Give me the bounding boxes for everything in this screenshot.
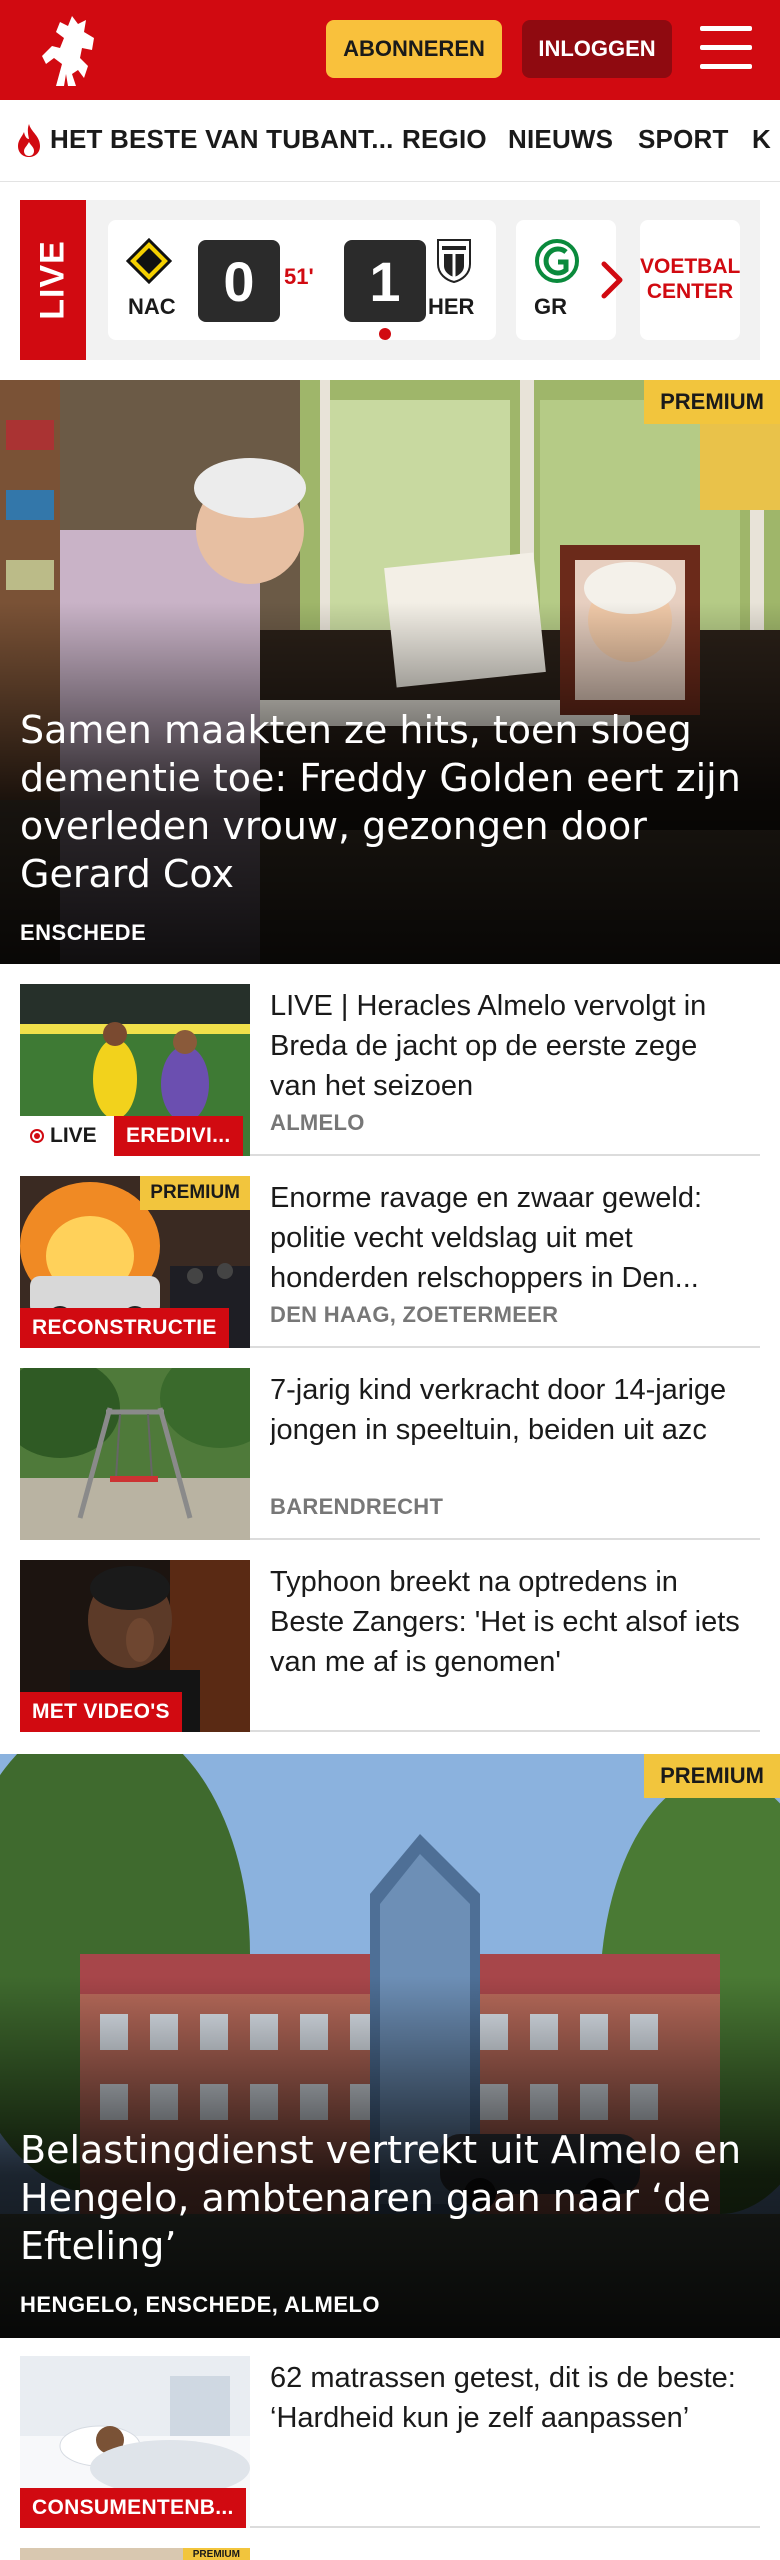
nac-crest-icon: [126, 238, 172, 284]
article-item[interactable]: MET VIDEO'S Typhoon breekt na optredens …: [20, 1560, 760, 1732]
hero-article-2[interactable]: PREMIUM Belastingdienst vertrekt uit Alm…: [0, 1754, 780, 2338]
live-match-card[interactable]: NAC 0 51' 1 HER: [108, 220, 496, 340]
home-score: 0: [198, 240, 280, 322]
article-location: BARENDRECHT: [270, 1494, 444, 1519]
live-tag: LIVE: [20, 200, 86, 360]
article-title[interactable]: 7-jarig kind verkracht door 14-jarige jo…: [270, 1370, 750, 1450]
article-item-partial[interactable]: PREMIUM: [20, 2548, 760, 2560]
flame-icon: [18, 124, 40, 157]
next-team-name: GR: [534, 294, 567, 319]
article-item[interactable]: CONSUMENTENB... 62 matrassen getest, dit…: [20, 2356, 760, 2528]
groningen-crest-icon: [535, 239, 579, 283]
live-dot-icon: [379, 328, 391, 340]
login-button[interactable]: INLOGGEN: [522, 20, 672, 78]
live-dot-icon: [30, 1129, 44, 1143]
match-minute: 51': [284, 264, 314, 289]
heracles-crest-icon: [437, 239, 471, 284]
nav-item-more[interactable]: K: [752, 124, 771, 155]
article-title[interactable]: Typhoon breekt na optredens in Beste Zan…: [270, 1562, 750, 1682]
article-title[interactable]: LIVE | Heracles Almelo vervolgt in Breda…: [270, 986, 750, 1106]
menu-icon[interactable]: [700, 26, 752, 72]
article-thumbnail: MET VIDEO'S: [20, 1560, 250, 1732]
section-nav: HET BESTE VAN TUBANT... REGIO NIEUWS SPO…: [0, 100, 780, 182]
article-item[interactable]: 7-jarig kind verkracht door 14-jarige jo…: [20, 1368, 760, 1540]
article-thumbnail: CONSUMENTENB...: [20, 2356, 250, 2528]
voetbalcenter-link[interactable]: VOETBAL CENTER: [640, 220, 740, 340]
nav-item-nieuws[interactable]: NIEUWS: [508, 124, 613, 155]
chevron-right-icon[interactable]: [594, 256, 630, 304]
article-thumbnail: PREMIUM: [20, 2548, 250, 2560]
article-thumbnail: [20, 1368, 250, 1540]
article-item[interactable]: LIVE EREDIVI... LIVE | Heracles Almelo v…: [20, 984, 760, 1156]
article-item[interactable]: PREMIUM RECONSTRUCTIE Enorme ravage en z…: [20, 1176, 760, 1348]
premium-badge: PREMIUM: [182, 2548, 250, 2560]
article-thumbnail: LIVE EREDIVI...: [20, 984, 250, 1156]
article-thumbnail: PREMIUM RECONSTRUCTIE: [20, 1176, 250, 1348]
tubantia-horse-logo[interactable]: [34, 8, 106, 92]
category-label: CONSUMENTENB...: [20, 2488, 246, 2528]
away-score: 1: [344, 240, 426, 322]
category-label: MET VIDEO'S: [20, 1692, 182, 1732]
article-title[interactable]: 62 matrassen getest, dit is de beste: ‘H…: [270, 2358, 750, 2438]
nav-item-best-of[interactable]: HET BESTE VAN TUBANT...: [50, 124, 394, 155]
hero-location: HENGELO, ENSCHEDE, ALMELO: [20, 2292, 381, 2317]
hero-article-1[interactable]: PREMIUM Samen maakten ze hits, toen sloe…: [0, 380, 780, 964]
hero-title[interactable]: Belastingdienst vertrekt uit Almelo en H…: [20, 2126, 760, 2270]
top-bar: ABONNEREN INLOGGEN: [0, 0, 780, 100]
premium-badge: PREMIUM: [644, 380, 780, 424]
premium-badge: PREMIUM: [140, 1176, 250, 1210]
live-label: LIVE: [20, 1116, 114, 1156]
category-label: EREDIVI...: [114, 1116, 243, 1156]
hero-title[interactable]: Samen maakten ze hits, toen sloeg dement…: [20, 706, 760, 898]
subscribe-button[interactable]: ABONNEREN: [326, 20, 502, 78]
article-location: ALMELO: [270, 1110, 365, 1135]
nav-item-sport[interactable]: SPORT: [638, 124, 729, 155]
article-location: DEN HAAG, ZOETERMEER: [270, 1302, 559, 1327]
article-title[interactable]: Enorme ravage en zwaar geweld: politie v…: [270, 1178, 750, 1298]
away-team-name: HER: [428, 294, 475, 319]
home-team-name: NAC: [128, 294, 176, 319]
premium-badge: PREMIUM: [644, 1754, 780, 1798]
nav-item-regio[interactable]: REGIO: [402, 124, 487, 155]
live-scores-bar: LIVE NAC 0 51' 1 HER GR VOETBAL CENTER: [20, 200, 760, 360]
category-label: RECONSTRUCTIE: [20, 1308, 229, 1348]
hero-location: ENSCHEDE: [20, 920, 147, 945]
